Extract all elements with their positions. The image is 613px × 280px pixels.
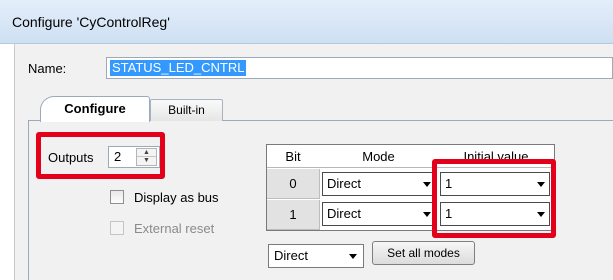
display-as-bus-label: Display as bus xyxy=(134,190,219,205)
outputs-highlight-box xyxy=(36,132,165,179)
initial-value-highlight-box xyxy=(432,159,556,238)
chevron-down-icon[interactable] xyxy=(423,182,431,187)
tab-configure[interactable]: Configure xyxy=(40,96,150,122)
name-input-value[interactable]: STATUS_LED_CNTRL xyxy=(110,60,247,76)
window-title: Configure 'CyControlReg' xyxy=(12,14,170,30)
external-reset-label: External reset xyxy=(134,221,215,236)
set-all-modes-button[interactable]: Set all modes xyxy=(372,241,475,265)
display-as-bus-checkbox[interactable] xyxy=(110,190,124,204)
column-header-bit: Bit xyxy=(285,149,301,164)
column-header-mode: Mode xyxy=(362,149,395,164)
row-0-mode-value: Direct xyxy=(327,176,361,191)
chevron-down-icon[interactable] xyxy=(423,212,431,217)
chevron-down-icon[interactable] xyxy=(349,254,357,259)
all-modes-select[interactable]: Direct xyxy=(268,244,364,268)
row-1-mode-select[interactable]: Direct xyxy=(322,202,435,226)
row-1-mode-value: Direct xyxy=(327,206,361,221)
tab-built-in[interactable]: Built-in xyxy=(150,99,223,121)
name-label: Name: xyxy=(28,61,67,76)
external-reset-checkbox xyxy=(110,221,124,235)
all-modes-value: Direct xyxy=(274,248,308,263)
row-0-bit: 0 xyxy=(267,169,320,199)
row-1-bit: 1 xyxy=(267,200,320,230)
row-0-mode-select[interactable]: Direct xyxy=(322,172,435,196)
